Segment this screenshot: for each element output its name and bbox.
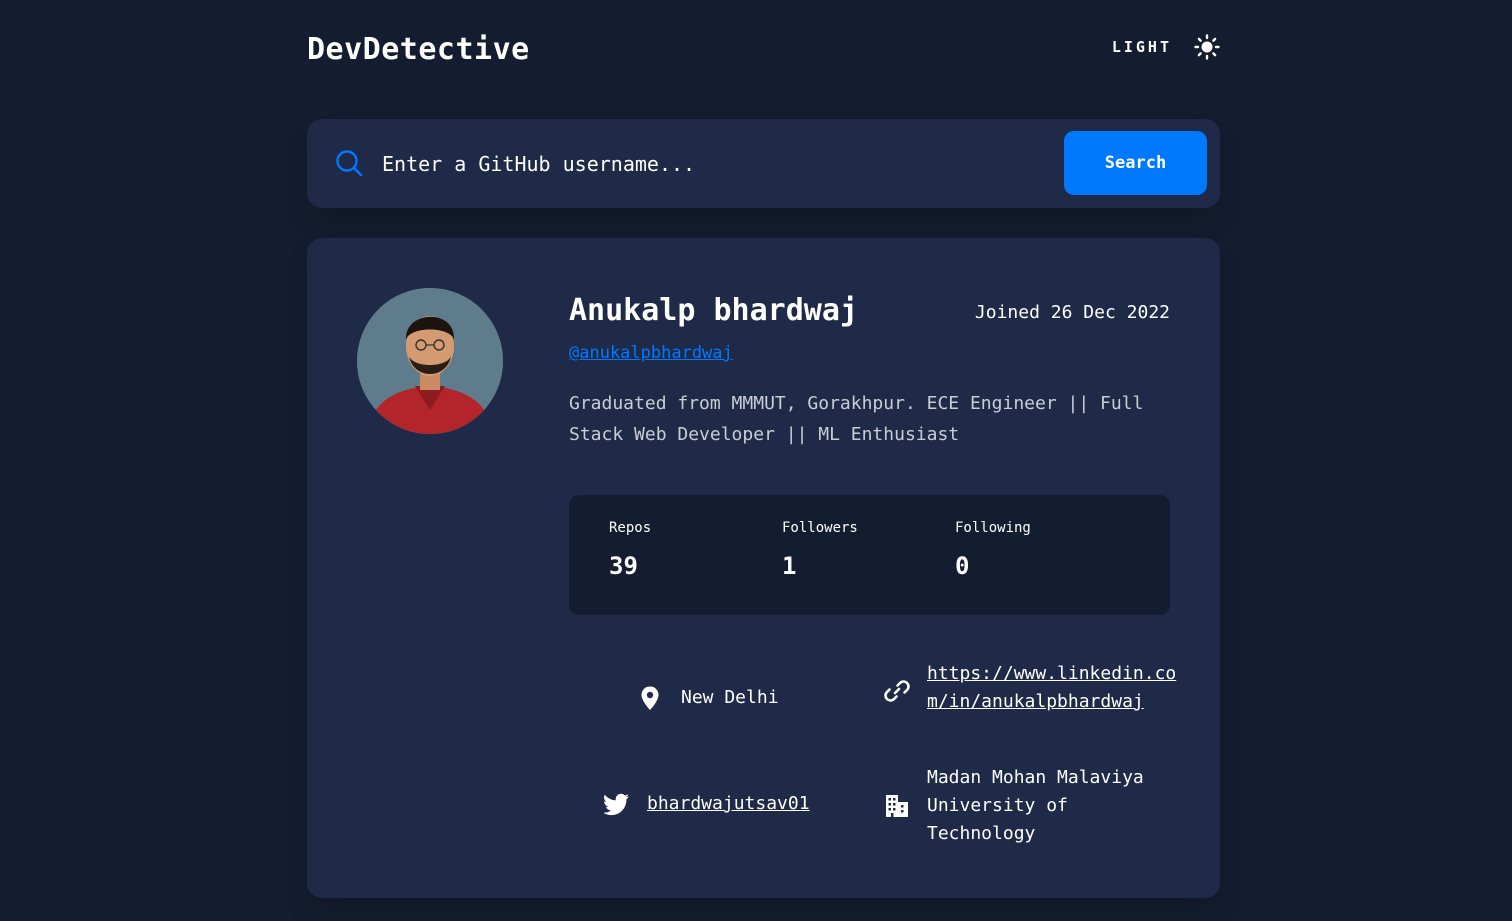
followers-label: Followers <box>782 520 858 536</box>
theme-toggle[interactable]: LIGHT <box>1112 32 1220 62</box>
company-item: Madan Mohan Malaviya University of Techn… <box>884 764 1177 848</box>
app-container: DevDetective LIGHT Enter a GitHub userna… <box>307 0 1220 898</box>
location-text: New Delhi <box>681 687 779 708</box>
followers-value: 1 <box>782 552 797 580</box>
sun-icon <box>1194 34 1220 60</box>
blog-item: https://www.linkedin.com/in/anukalpbhard… <box>884 660 1177 716</box>
building-icon <box>886 795 908 817</box>
repos-value: 39 <box>609 552 638 580</box>
stats-panel: Repos 39 Followers 1 Following 0 <box>569 495 1170 615</box>
twitter-link[interactable]: bhardwajutsav01 <box>647 790 810 818</box>
search-input[interactable] <box>382 143 1042 185</box>
app-title: DevDetective <box>307 32 530 67</box>
profile-card: Anukalp bhardwaj Joined 26 Dec 2022 @anu… <box>307 238 1220 898</box>
profile-login-link[interactable]: @anukalpbhardwaj <box>569 343 733 363</box>
following-value: 0 <box>955 552 970 580</box>
stat-repos: Repos 39 <box>609 520 769 580</box>
location-pin-icon <box>641 686 659 710</box>
search-button[interactable]: Search <box>1064 131 1207 195</box>
repos-label: Repos <box>609 520 652 536</box>
following-label: Following <box>955 520 1031 536</box>
search-icon <box>336 150 363 177</box>
joined-date: Joined 26 Dec 2022 <box>974 302 1170 323</box>
search-bar: Search <box>307 119 1220 208</box>
profile-name: Anukalp bhardwaj <box>569 293 858 328</box>
location-item: New Delhi <box>637 684 779 712</box>
avatar <box>357 288 503 434</box>
blog-link[interactable]: https://www.linkedin.com/in/anukalpbhard… <box>927 660 1177 716</box>
stat-followers: Followers 1 <box>782 520 942 580</box>
header: DevDetective LIGHT <box>307 0 1220 100</box>
theme-toggle-label: LIGHT <box>1111 38 1172 56</box>
link-icon <box>884 680 910 702</box>
twitter-item: bhardwajutsav01 <box>604 790 810 818</box>
company-text: Madan Mohan Malaviya University of Techn… <box>927 767 1144 844</box>
twitter-icon <box>604 793 629 816</box>
stat-following: Following 0 <box>955 520 1115 580</box>
profile-bio: Graduated from MMMUT, Gorakhpur. ECE Eng… <box>569 393 1144 445</box>
